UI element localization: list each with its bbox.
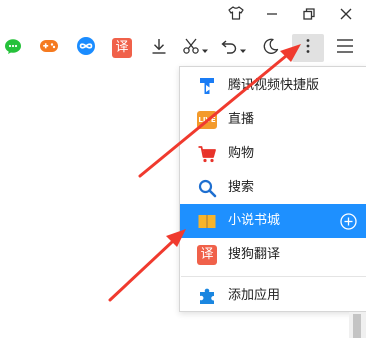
add-icon[interactable] [340, 213, 357, 230]
restore-button[interactable] [291, 0, 327, 30]
menu-item-label: 直播 [228, 112, 255, 127]
menu-item-label: 搜索 [228, 180, 255, 195]
menu-item-add-app[interactable]: 添加应用 [180, 279, 366, 313]
chevron-down-icon [240, 39, 246, 58]
menu-item-live[interactable]: LIVE 直播 [180, 103, 366, 137]
undo-icon [220, 37, 238, 59]
moon-icon [262, 37, 280, 59]
menu-item-label: 搜狗翻译 [228, 247, 281, 262]
hamburger-menu-icon [336, 38, 354, 58]
game-button[interactable] [36, 34, 62, 62]
restore-icon [302, 6, 316, 25]
menu-item-sogou-translate[interactable]: 译 搜狗翻译 [180, 238, 366, 272]
more-apps-menu: 腾讯视频快捷版 LIVE 直播 购物 搜索 小说书城 译 搜狗翻译 添加应用 [179, 66, 366, 312]
shirt-icon [228, 5, 244, 25]
cart-icon [197, 144, 217, 164]
toolbar: 译 [0, 30, 366, 66]
translate-icon: 译 [112, 38, 132, 58]
close-button[interactable] [328, 0, 364, 30]
gamepad-icon [39, 38, 59, 58]
undo-button[interactable] [216, 34, 250, 62]
menu-divider [181, 276, 366, 277]
menu-item-label: 添加应用 [228, 288, 281, 303]
skin-button[interactable] [218, 0, 254, 30]
live-icon: LIVE [197, 110, 217, 130]
search-icon [197, 178, 217, 198]
tencent-video-icon [197, 76, 217, 96]
book-icon [197, 211, 217, 231]
puzzle-icon [197, 286, 217, 306]
more-vertical-icon [305, 37, 311, 59]
download-button[interactable] [146, 34, 172, 62]
translate-icon: 译 [197, 245, 217, 265]
menu-item-shopping[interactable]: 购物 [180, 137, 366, 171]
menu-item-label: 小说书城 [228, 213, 281, 228]
scrollbar-thumb[interactable] [353, 314, 361, 338]
more-button[interactable] [292, 34, 324, 62]
title-bar [0, 0, 366, 30]
menu-item-novel-bookstore[interactable]: 小说书城 [180, 204, 366, 238]
chevron-down-icon [202, 39, 208, 58]
night-mode-button[interactable] [258, 34, 284, 62]
menu-item-search[interactable]: 搜索 [180, 171, 366, 205]
screenshot-button[interactable] [178, 34, 212, 62]
download-icon [150, 37, 168, 59]
infinity-button[interactable] [73, 34, 99, 62]
wechat-icon [4, 37, 22, 59]
menu-item-label: 购物 [228, 146, 255, 161]
menu-item-tencent-video[interactable]: 腾讯视频快捷版 [180, 69, 366, 103]
wechat-button[interactable] [2, 34, 24, 62]
main-menu-button[interactable] [330, 34, 360, 62]
arrow-to-novel-bookstore [108, 229, 186, 302]
translate-button[interactable]: 译 [110, 34, 134, 62]
infinity-icon [76, 36, 96, 60]
menu-item-label: 腾讯视频快捷版 [228, 78, 320, 93]
scissors-icon [182, 37, 200, 59]
minimize-icon [265, 6, 279, 25]
minimize-button[interactable] [254, 0, 290, 30]
close-icon [339, 6, 353, 25]
